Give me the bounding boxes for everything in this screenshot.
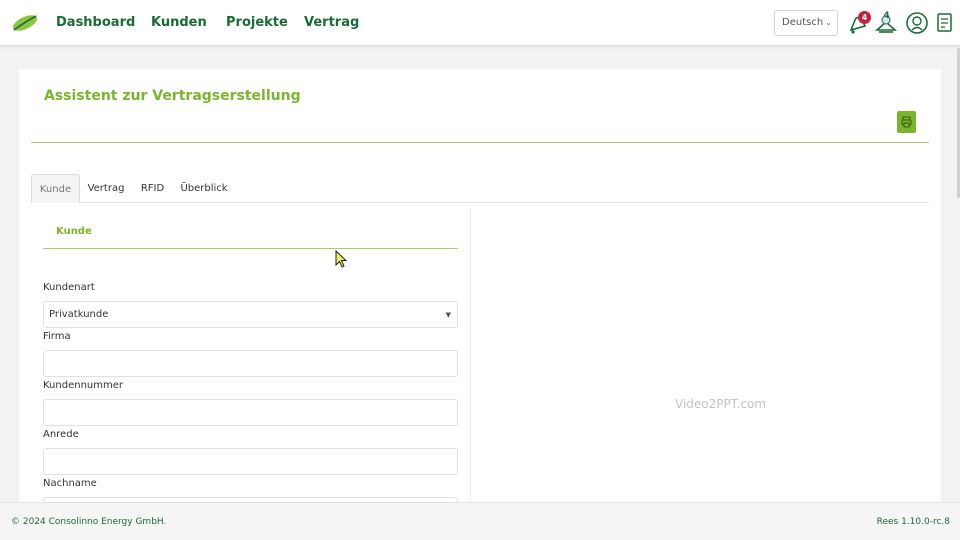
tab-rfid[interactable]: RFID	[139, 174, 166, 203]
title-divider	[31, 142, 929, 143]
watermark: Video2PPT.com	[675, 397, 767, 411]
top-navbar: Dashboard Kunden Projekte Vertrag Deutsc…	[0, 0, 960, 46]
section-title: Kunde	[56, 226, 92, 237]
nav-kunden[interactable]: Kunden	[151, 15, 207, 30]
kundennummer-input[interactable]	[43, 399, 458, 426]
copyright-text: © 2024 Consolinno Energy GmbH.	[11, 517, 167, 527]
kundenart-label: Kundenart	[43, 282, 95, 293]
document-icon[interactable]	[934, 10, 958, 36]
firma-input[interactable]	[43, 350, 458, 377]
tasks-badge: 4	[883, 11, 890, 21]
kundennummer-label: Kundennummer	[43, 380, 123, 391]
nav-vertrag[interactable]: Vertrag	[304, 15, 359, 30]
mouse-cursor-icon	[335, 250, 347, 268]
anrede-input[interactable]	[43, 448, 458, 475]
chevron-down-icon: ⌄	[825, 18, 832, 27]
tab-vertrag[interactable]: Vertrag	[86, 174, 126, 203]
leaf-logo-icon[interactable]	[11, 12, 39, 34]
section-divider	[43, 248, 458, 249]
kundenart-select[interactable]: Privatkunde ▼	[43, 301, 458, 328]
anrede-label: Anrede	[43, 429, 79, 440]
contract-wizard-card: Assistent zur Vertragserstellung Kunde V…	[19, 69, 941, 524]
page-title: Assistent zur Vertragserstellung	[44, 88, 301, 104]
nav-projekte[interactable]: Projekte	[226, 15, 288, 30]
nachname-label: Nachname	[43, 478, 97, 489]
kundenart-value: Privatkunde	[49, 309, 109, 320]
version-text: Rees 1.10.0-rc.8	[876, 517, 950, 527]
user-icon[interactable]	[905, 10, 929, 36]
customer-form: Kunde Kundenart Privatkunde ▼ Firma Kund…	[31, 208, 471, 524]
wizard-tabs: Kunde Vertrag RFID Überblick	[31, 174, 929, 203]
print-icon	[901, 116, 912, 128]
notifications-badge: 4	[858, 11, 871, 24]
caret-down-icon: ▼	[445, 311, 451, 319]
print-button[interactable]	[897, 111, 916, 133]
tab-ueberblick[interactable]: Überblick	[179, 174, 229, 203]
tab-kunde[interactable]: Kunde	[31, 174, 80, 203]
nav-dashboard[interactable]: Dashboard	[56, 15, 135, 30]
language-select-value: Deutsch	[782, 17, 824, 28]
firma-label: Firma	[43, 331, 71, 342]
footer: © 2024 Consolinno Energy GmbH. Rees 1.10…	[0, 502, 960, 540]
language-select[interactable]: Deutsch ⌄	[774, 10, 838, 36]
